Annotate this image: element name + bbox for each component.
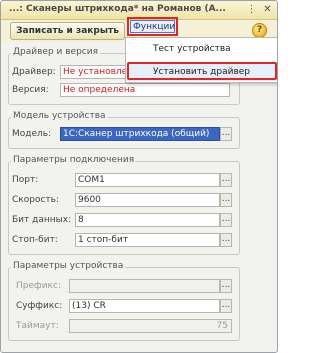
port-select-button[interactable]: ... bbox=[220, 173, 232, 187]
menu-item-test-device-label: Тест устройства bbox=[153, 44, 231, 54]
model-field[interactable]: 1С:Сканер штрихкода (общий) bbox=[60, 127, 220, 141]
prefix-label: Префикс: bbox=[16, 281, 61, 291]
timeout-field[interactable]: 75 bbox=[69, 319, 232, 333]
more-icon[interactable]: ⋮ bbox=[245, 3, 258, 16]
suffix-select-button[interactable]: ... bbox=[220, 299, 232, 313]
install-driver-highlight bbox=[127, 62, 277, 80]
model-label: Модель: bbox=[12, 129, 52, 139]
speed-select-button[interactable]: ... bbox=[220, 193, 232, 207]
speed-field[interactable]: 9600 bbox=[75, 193, 220, 207]
suffix-field[interactable]: (13) CR bbox=[69, 299, 220, 313]
databits-field[interactable]: 8 bbox=[75, 213, 220, 227]
port-label: Порт: bbox=[12, 175, 39, 185]
model-select-button[interactable]: ... bbox=[220, 127, 232, 141]
port-field[interactable]: COM1 bbox=[75, 173, 220, 187]
functions-menu-button[interactable]: Функции ▾ bbox=[130, 20, 176, 44]
help-icon[interactable]: ? bbox=[252, 23, 267, 38]
suffix-label: Суффикс: bbox=[16, 301, 63, 311]
driver-group-title: Драйвер и версия bbox=[11, 47, 100, 57]
functions-dropdown-menu: Тест устройства Установить драйвер bbox=[125, 37, 277, 83]
window-title: ...: Сканеры штрихкода* на Романов (А... bbox=[9, 4, 226, 14]
settings-window: ...: Сканеры штрихкода* на Романов (А...… bbox=[0, 0, 278, 353]
device-group-title: Параметры устройства bbox=[11, 261, 126, 271]
model-group-title: Модель устройства bbox=[11, 111, 108, 121]
version-field[interactable]: Не определена bbox=[60, 83, 230, 97]
save-and-close-button[interactable]: Записать и закрыть bbox=[10, 22, 125, 40]
version-label: Версия: bbox=[12, 85, 49, 95]
stopbit-select-button[interactable]: ... bbox=[220, 233, 232, 247]
databits-select-button[interactable]: ... bbox=[220, 213, 232, 227]
speed-label: Скорость: bbox=[12, 195, 59, 205]
connection-group-title: Параметры подключения bbox=[11, 155, 137, 165]
timeout-label: Таймаут: bbox=[16, 321, 59, 331]
stopbit-field[interactable]: 1 стоп-бит bbox=[75, 233, 220, 247]
menu-item-test-device[interactable]: Тест устройства bbox=[126, 40, 276, 58]
prefix-field[interactable] bbox=[69, 279, 220, 293]
close-icon[interactable]: ✕ bbox=[261, 3, 274, 16]
functions-label: Функции bbox=[133, 22, 176, 32]
databits-label: Бит данных: bbox=[12, 215, 72, 225]
stopbit-label: Стоп-бит: bbox=[12, 235, 58, 245]
driver-label: Драйвер: bbox=[12, 67, 56, 77]
prefix-select-button[interactable]: ... bbox=[220, 279, 232, 293]
